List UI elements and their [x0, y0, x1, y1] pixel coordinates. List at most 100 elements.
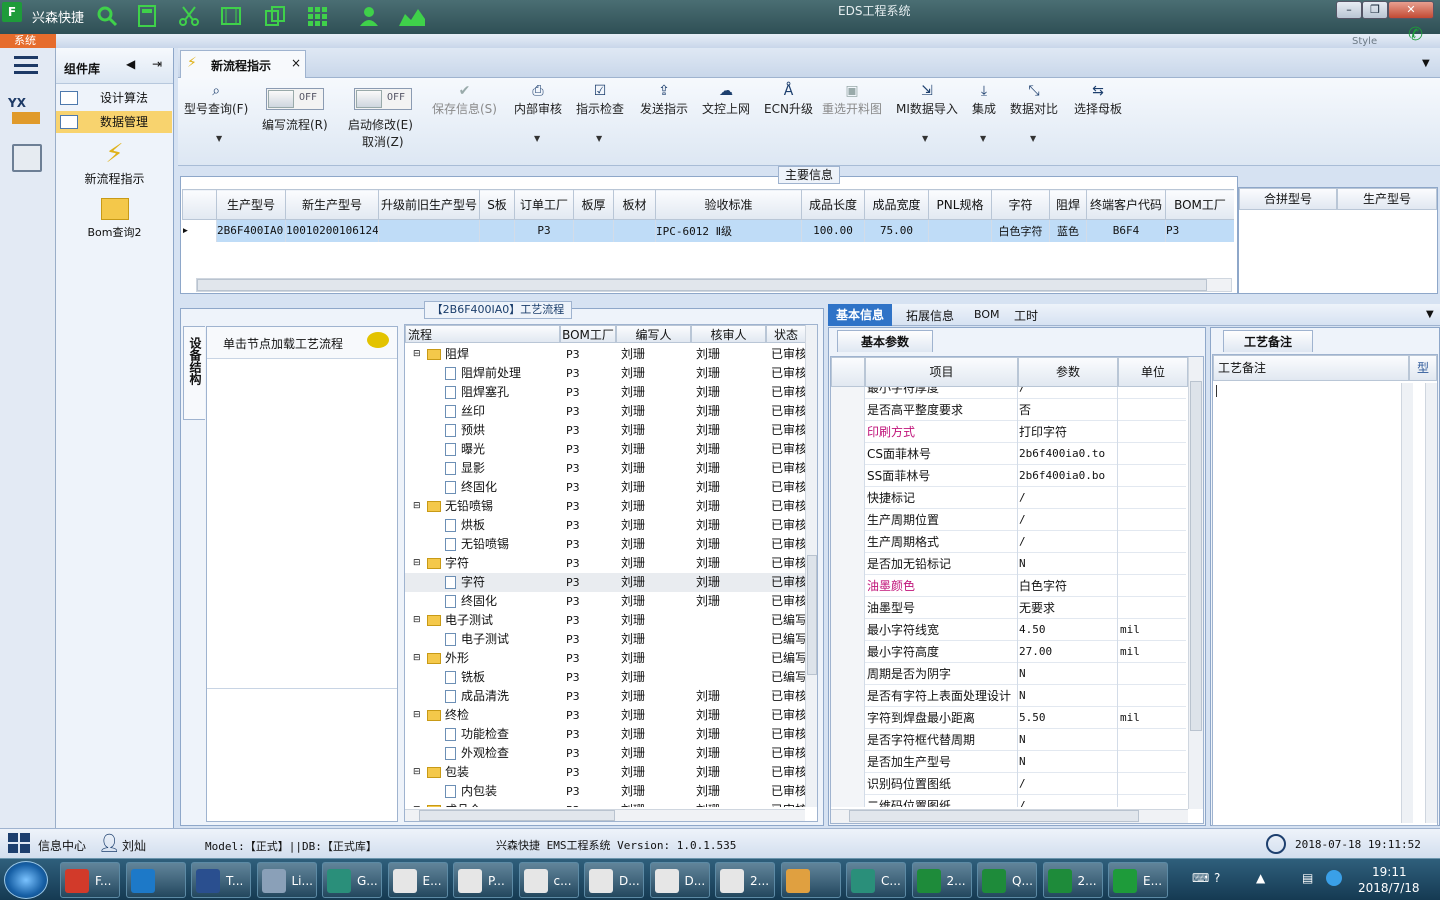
- copy-icon[interactable]: [264, 5, 286, 27]
- tree-row[interactable]: 阻焊前处理 P3 刘珊 刘珊 已审核: [405, 364, 805, 383]
- tray-time[interactable]: 19:11: [1372, 865, 1407, 879]
- column-header[interactable]: 型: [1409, 355, 1437, 381]
- param-value[interactable]: N: [1018, 663, 1118, 685]
- taskbar-item[interactable]: E...: [1108, 862, 1168, 898]
- tree-row[interactable]: 终固化 P3 刘珊 刘珊 已审核: [405, 478, 805, 497]
- param-value[interactable]: N: [1018, 729, 1118, 751]
- taskbar-item[interactable]: C...: [846, 862, 906, 898]
- taskbar-item[interactable]: G...: [322, 862, 382, 898]
- search-icon[interactable]: [96, 5, 118, 27]
- hamburger-icon[interactable]: [14, 56, 38, 74]
- column-header[interactable]: 阻焊: [1049, 189, 1087, 220]
- param-value[interactable]: N: [1018, 553, 1118, 575]
- column-header[interactable]: 参数: [1018, 357, 1118, 387]
- param-value[interactable]: /: [1018, 773, 1118, 795]
- save-info-button[interactable]: ✔ 保存信息(S): [432, 82, 497, 117]
- doc-control-upload-button[interactable]: ☁ 文控上网: [702, 82, 750, 117]
- column-header[interactable]: 成品宽度: [864, 189, 929, 220]
- tree-row[interactable]: 烘板 P3 刘珊 刘珊 已审核: [405, 516, 805, 535]
- param-value[interactable]: 27.00: [1018, 641, 1118, 663]
- cell[interactable]: [479, 219, 515, 242]
- tree-row[interactable]: ⊟ 阻焊 P3 刘珊 刘珊 已审核: [405, 345, 805, 364]
- taskbar-item[interactable]: 2...: [911, 862, 972, 898]
- column-header[interactable]: 生产型号: [216, 189, 286, 220]
- cell[interactable]: 100.00: [801, 219, 865, 242]
- tree-row[interactable]: 功能检查 P3 刘珊 刘珊 已审核: [405, 725, 805, 744]
- column-header[interactable]: 板材: [613, 189, 656, 220]
- process-hscroll[interactable]: [405, 809, 805, 821]
- select-motherboard-button[interactable]: ⇆ 选择母板: [1074, 82, 1122, 117]
- vertical-tab-equipment[interactable]: 设备结构: [183, 326, 205, 420]
- tab-process-remarks[interactable]: 工艺备注: [1223, 330, 1313, 352]
- taskbar-item[interactable]: D...: [584, 862, 644, 898]
- remarks-vscroll-2[interactable]: [1425, 383, 1437, 823]
- taskbar-item[interactable]: P...: [453, 862, 513, 898]
- taskbar-item[interactable]: 2...: [715, 862, 775, 898]
- collapse-toggle-icon[interactable]: ⊟: [413, 611, 421, 630]
- integrate-button[interactable]: ⤓ 集成: [972, 82, 996, 117]
- param-value[interactable]: 5.50: [1018, 707, 1118, 729]
- param-row[interactable]: 快捷标记 /: [831, 487, 1186, 509]
- param-value[interactable]: /: [1018, 795, 1118, 807]
- param-row[interactable]: 最小字符厚度 /: [831, 387, 1186, 399]
- column-header[interactable]: 字符: [991, 189, 1050, 220]
- collapse-toggle-icon[interactable]: ⊟: [413, 345, 421, 364]
- column-header[interactable]: 流程: [405, 325, 560, 343]
- tree-row[interactable]: ⊟ 无铅喷锡 P3 刘珊 刘珊 已审核: [405, 497, 805, 516]
- info-center-label[interactable]: 信息中心: [38, 837, 86, 854]
- tree-row[interactable]: ⊟ 包装 P3 刘珊 刘珊 已审核: [405, 763, 805, 782]
- tile-bom-query[interactable]: Bom查询2: [56, 196, 173, 242]
- param-row[interactable]: CS面菲林号 2b6f400ia0.to: [831, 443, 1186, 465]
- dropdown-arrow-icon[interactable]: ▼: [216, 134, 222, 143]
- toggle-write-flow[interactable]: OFF: [266, 88, 324, 110]
- factory-icon[interactable]: YX: [8, 96, 44, 126]
- model-query-button[interactable]: ⌕ 型号查询(F): [184, 82, 248, 117]
- column-header[interactable]: 板厚: [573, 189, 614, 220]
- param-row[interactable]: 识别码位置图纸 /: [831, 773, 1186, 795]
- tray-date[interactable]: 2018/7/18: [1358, 881, 1420, 895]
- tree-row[interactable]: ⊟ 字符 P3 刘珊 刘珊 已审核: [405, 554, 805, 573]
- param-value[interactable]: 2b6f400ia0.bo: [1018, 465, 1118, 487]
- tree-row[interactable]: 电子测试 P3 刘珊 已编写: [405, 630, 805, 649]
- param-value[interactable]: 无要求: [1018, 597, 1118, 619]
- taskbar-item[interactable]: [125, 862, 186, 898]
- param-value[interactable]: N: [1018, 685, 1118, 707]
- params-hscroll[interactable]: [831, 809, 1188, 823]
- reselect-cutting-button[interactable]: ▣ 重选开料图: [822, 82, 882, 117]
- collapse-toggle-icon[interactable]: ⊟: [413, 497, 421, 516]
- dropdown-arrow-icon[interactable]: ▼: [534, 134, 540, 143]
- dropdown-arrow-icon[interactable]: ▼: [596, 134, 602, 143]
- tile-new-flow[interactable]: ⚡ 新流程指示: [56, 138, 173, 190]
- tree-row[interactable]: 丝印 P3 刘珊 刘珊 已审核: [405, 402, 805, 421]
- column-header[interactable]: BOM工厂: [560, 325, 616, 343]
- param-row[interactable]: SS面菲林号 2b6f400ia0.bo: [831, 465, 1186, 487]
- mi-data-import-button[interactable]: ⇲ MI数据导入: [896, 82, 958, 117]
- tab-menu-chevron-icon[interactable]: ▼: [1422, 58, 1430, 69]
- calculator-nav-icon[interactable]: [12, 144, 42, 172]
- tab-extended-info[interactable]: 拓展信息: [906, 307, 954, 324]
- param-value[interactable]: 打印字符: [1018, 421, 1118, 443]
- collapse-toggle-icon[interactable]: ⊟: [413, 554, 421, 573]
- tree-row[interactable]: 阻焊塞孔 P3 刘珊 刘珊 已审核: [405, 383, 805, 402]
- close-button[interactable]: ✕: [1388, 1, 1434, 19]
- system-menu[interactable]: 系统: [0, 34, 56, 48]
- cancel-label[interactable]: 取消(Z): [362, 133, 404, 150]
- table-row[interactable]: ▶ 2B6F400IA0 10010200106124 P3 IPC-6012 …: [182, 219, 1234, 242]
- taskbar-item[interactable]: E...: [387, 862, 448, 898]
- tray-up-icon[interactable]: ▲: [1256, 871, 1265, 885]
- param-row[interactable]: 字符到焊盘最小距离 5.50 mil: [831, 707, 1186, 729]
- param-value[interactable]: 4.50: [1018, 619, 1118, 641]
- cell[interactable]: P3: [514, 219, 574, 242]
- param-row[interactable]: 是否加生产型号 N: [831, 751, 1186, 773]
- collapse-toggle-icon[interactable]: ⊟: [413, 763, 421, 782]
- start-button[interactable]: [4, 861, 48, 899]
- tree-row[interactable]: ⊟ 电子测试 P3 刘珊 已编写: [405, 611, 805, 630]
- param-row[interactable]: 印刷方式 打印字符: [831, 421, 1186, 443]
- cell[interactable]: [613, 219, 656, 242]
- column-header[interactable]: 订单工厂: [514, 189, 574, 220]
- cell[interactable]: [928, 219, 992, 242]
- taskbar-item[interactable]: F...: [60, 862, 120, 898]
- send-instruction-button[interactable]: ⇪ 发送指示: [640, 82, 688, 117]
- taskbar-item[interactable]: c...: [518, 862, 579, 898]
- param-row[interactable]: 油墨型号 无要求: [831, 597, 1186, 619]
